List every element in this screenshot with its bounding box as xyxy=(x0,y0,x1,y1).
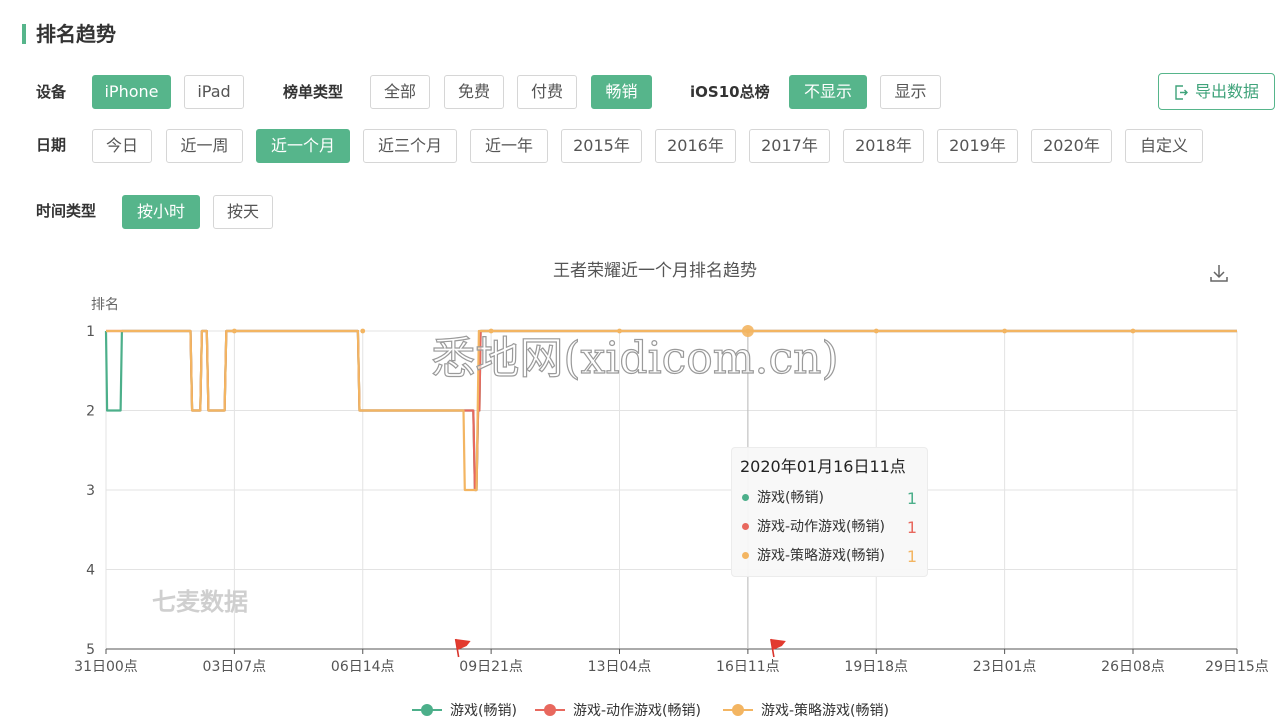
site-watermark: 悉地网(xidicom.cn) xyxy=(431,333,838,384)
y-tick-label: 3 xyxy=(86,483,95,499)
tooltip-series-name: 游戏-策略游戏(畅销) xyxy=(757,548,885,564)
series-point xyxy=(360,328,366,334)
y-tick-label: 4 xyxy=(86,563,95,579)
x-tick-label: 29日15点 xyxy=(1205,659,1269,675)
x-tick-label: 31日00点 xyxy=(74,659,138,675)
legend-label: 游戏(畅销) xyxy=(450,703,517,719)
date-filter-label: 日期 xyxy=(36,136,67,154)
x-tick-label: 09日21点 xyxy=(459,659,523,675)
x-tick-label: 13日04点 xyxy=(588,659,652,675)
flag-banner xyxy=(770,639,786,650)
tooltip-row: 游戏-策略游戏(畅销) 1 xyxy=(740,542,919,571)
section-title: 排名趋势 xyxy=(22,22,116,46)
legend-item: 游戏-策略游戏(畅销) xyxy=(723,702,889,719)
time-type-option-hourly[interactable]: 按小时 xyxy=(122,195,200,229)
list-type-filter-label: 榜单类型 xyxy=(283,83,344,101)
time-type-filter-label: 时间类型 xyxy=(36,202,97,220)
date-option-2019[interactable]: 2019年 xyxy=(937,129,1018,163)
date-option-2015[interactable]: 2015年 xyxy=(561,129,642,163)
time-type-option-daily[interactable]: 按天 xyxy=(213,195,273,229)
chart-legend: 游戏(畅销) 游戏-动作游戏(畅销) 游戏-策略游戏(畅销) xyxy=(412,702,889,719)
flag-banner xyxy=(455,639,471,650)
device-option-ipad[interactable]: iPad xyxy=(184,75,244,109)
series-point xyxy=(231,328,237,334)
date-option-2017[interactable]: 2017年 xyxy=(749,129,830,163)
tooltip-title: 2020年01月16日11点 xyxy=(740,457,906,476)
series-point xyxy=(873,328,879,334)
series-point xyxy=(1002,328,1008,334)
list-type-option-free[interactable]: 免费 xyxy=(444,75,504,109)
tooltip-series-name: 游戏-动作游戏(畅销) xyxy=(757,519,885,535)
tooltip-series-value: 1 xyxy=(906,518,917,537)
export-data-button[interactable]: 导出数据 xyxy=(1158,73,1275,110)
x-tick-label: 03日07点 xyxy=(203,659,267,675)
flag-icon xyxy=(770,638,786,658)
device-option-iphone[interactable]: iPhone xyxy=(92,75,171,109)
y-axis-labels: 1 2 3 4 5 xyxy=(86,324,95,658)
chart-tooltip: 2020年01月16日11点 游戏(畅销) 1 游戏-动作游戏(畅销) 1 游戏-策… xyxy=(731,447,928,577)
tooltip-row: 游戏-动作游戏(畅销) 1 xyxy=(740,513,919,542)
device-filter-label: 设备 xyxy=(36,83,67,101)
x-axis-labels: 31日00点 03日07点 06日14点 09日21点 13日04点 16日11点 19日1… xyxy=(74,659,1269,675)
legend-label: 游戏-策略游戏(畅销) xyxy=(761,702,889,719)
export-data-label: 导出数据 xyxy=(1194,82,1259,101)
brand-watermark: 七麦数据 xyxy=(152,588,248,616)
legend-swatch-dot xyxy=(421,704,433,716)
series-point xyxy=(1130,328,1136,334)
y-tick-label: 2 xyxy=(86,404,95,420)
tooltip-series-value: 1 xyxy=(906,547,917,566)
legend-label: 游戏-动作游戏(畅销) xyxy=(573,703,701,719)
flag-icon xyxy=(454,638,471,658)
tooltip-series-value: 1 xyxy=(906,489,917,508)
legend-item: 游戏(畅销) xyxy=(412,703,517,719)
ios10-option-hide[interactable]: 不显示 xyxy=(789,75,867,109)
date-option-custom[interactable]: 自定义 xyxy=(1125,129,1203,163)
date-option-2018[interactable]: 2018年 xyxy=(843,129,924,163)
chart-title: 王者荣耀近一个月排名趋势 xyxy=(553,261,757,281)
ios10-option-show[interactable]: 显示 xyxy=(880,75,941,109)
export-icon xyxy=(1175,85,1188,100)
x-tick-label: 06日14点 xyxy=(331,659,395,675)
x-tick-label: 23日01点 xyxy=(973,659,1037,675)
list-type-option-grossing[interactable]: 畅销 xyxy=(591,75,652,109)
tooltip-dot xyxy=(742,523,749,530)
tooltip-dot xyxy=(742,494,749,501)
tooltip-dot xyxy=(742,552,749,559)
legend-swatch-dot xyxy=(544,704,556,716)
date-option-today[interactable]: 今日 xyxy=(92,129,152,163)
date-option-three-months[interactable]: 近三个月 xyxy=(363,129,457,163)
date-option-2020[interactable]: 2020年 xyxy=(1031,129,1112,163)
x-tick-label: 19日18点 xyxy=(844,659,908,675)
date-option-year[interactable]: 近一年 xyxy=(470,129,548,163)
legend-item: 游戏-动作游戏(畅销) xyxy=(535,703,701,719)
y-axis-title: 排名 xyxy=(91,297,119,313)
x-tick-label: 26日08点 xyxy=(1101,659,1165,675)
date-option-month[interactable]: 近一个月 xyxy=(256,129,350,163)
y-tick-label: 1 xyxy=(86,324,95,340)
event-flags xyxy=(454,638,786,658)
ios10-filter-label: iOS10总榜 xyxy=(690,83,770,101)
download-icon[interactable] xyxy=(1206,260,1232,286)
tooltip-row: 游戏(畅销) 1 xyxy=(740,484,919,513)
tooltip-series-name: 游戏(畅销) xyxy=(757,490,824,506)
list-type-option-all[interactable]: 全部 xyxy=(370,75,430,109)
date-option-2016[interactable]: 2016年 xyxy=(655,129,736,163)
legend-swatch-dot xyxy=(732,704,744,716)
rank-trend-chart: 1 2 3 4 5 31日00点 03日07点 06日14点 09日21点 13日04点 16日1… xyxy=(74,260,1269,719)
date-option-week[interactable]: 近一周 xyxy=(166,129,243,163)
list-type-option-paid[interactable]: 付费 xyxy=(517,75,577,109)
y-tick-label: 5 xyxy=(86,642,95,658)
x-tick-label: 16日11点 xyxy=(716,659,780,675)
